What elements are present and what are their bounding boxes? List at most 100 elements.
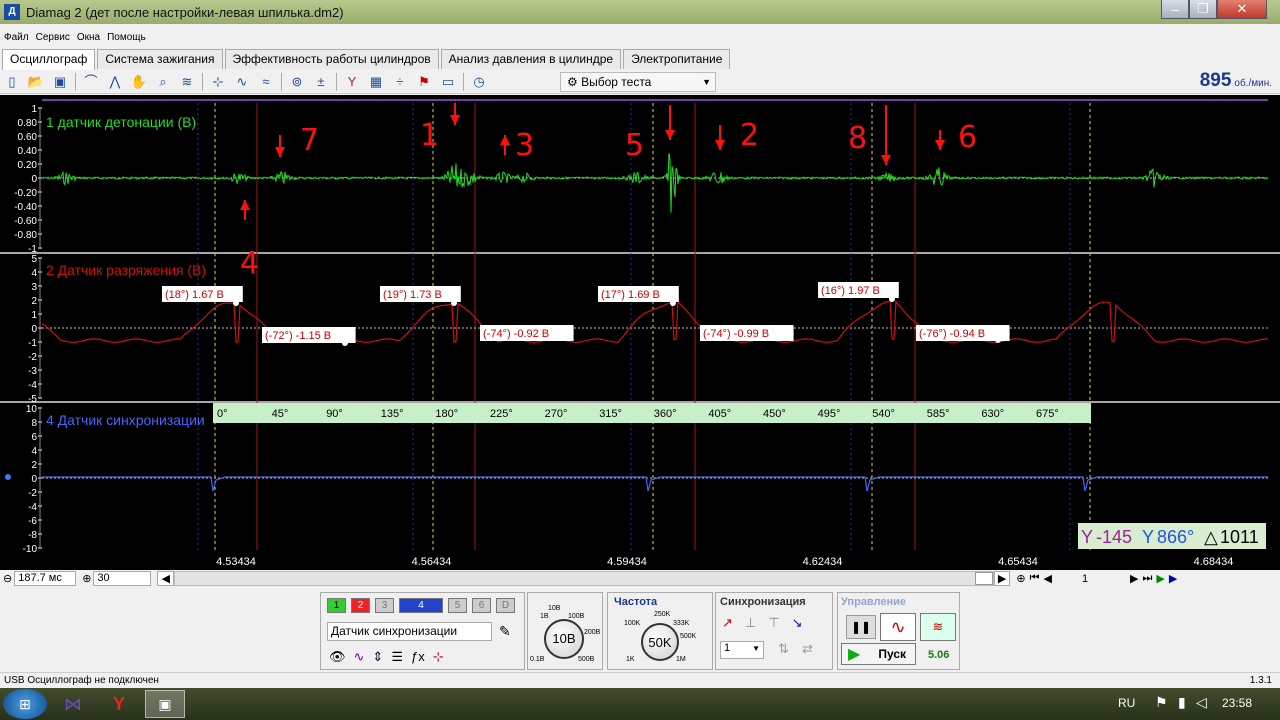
zoom-out-icon[interactable]: ⊖ (3, 572, 12, 585)
degree-label: 180° (435, 408, 458, 420)
app-bowtie-icon[interactable]: ⋈ (53, 690, 93, 718)
save-icon[interactable]: ▣ (50, 72, 70, 92)
tab-power-supply[interactable]: Электропитание (623, 49, 731, 69)
sync-pos-icon[interactable]: ⇄ (802, 641, 813, 657)
channel-button-4[interactable]: 4 (399, 598, 443, 613)
lines-icon[interactable]: ☰ (391, 649, 403, 665)
zoom-icon[interactable]: ⌕ (153, 72, 173, 92)
zero-icon[interactable]: ± (311, 72, 331, 92)
scroll-left-icon[interactable]: ◀ (157, 571, 174, 586)
tab-ignition[interactable]: Система зажигания (97, 49, 223, 69)
network-tray-icon[interactable]: ▮ (1178, 694, 1186, 711)
sync-edge-buttons: ↗ ⊥ ⊤ ↘ (722, 615, 802, 631)
scroll-right-icon[interactable]: ▶ (993, 571, 1011, 586)
multi-wave-button[interactable]: ≋ (920, 613, 956, 641)
menu-file[interactable]: Файл (0, 32, 32, 48)
cursor-add-icon[interactable]: ⊹ (433, 649, 444, 665)
handwritten-arrowhead (935, 140, 945, 150)
maximize-button[interactable]: ❐ (1189, 0, 1217, 19)
start-orb-icon[interactable]: ⊞ (3, 689, 47, 719)
edit-channel-icon[interactable]: ✎ (499, 623, 511, 640)
oscilloscope-canvas[interactable]: 1 0.80 0.60 0.40 0.20 0 -0.20 -0.40 -0.60 -0.80 -1… (0, 95, 1280, 570)
pos-pulse-icon[interactable]: ⊥ (745, 615, 756, 631)
autoscale-icon[interactable]: ⌒ (81, 72, 101, 92)
diamag-task-icon[interactable]: ▣ (145, 690, 185, 718)
timebase-field[interactable]: 187.7 мс (14, 571, 77, 586)
vertical-scale-icon[interactable]: ⇕ (372, 649, 383, 665)
minimize-button[interactable]: – (1161, 0, 1189, 19)
auto-icon[interactable]: ⊚ (287, 72, 307, 92)
play-fast-icon[interactable]: ▶ (1169, 572, 1177, 585)
page-number[interactable]: 1 (1082, 573, 1122, 585)
zoom-in-icon[interactable]: ⊕ (82, 572, 91, 585)
tab-oscilloscope[interactable]: Осциллограф (2, 49, 96, 70)
channel-button-5[interactable]: 5 (448, 598, 467, 613)
channel-button-2[interactable]: 2 (351, 598, 370, 613)
filter-icon[interactable]: Y (342, 72, 362, 92)
open-folder-icon[interactable]: 📂 (26, 72, 46, 92)
channel-button-d[interactable]: D (496, 598, 515, 613)
oscilloscope-view[interactable]: 1 0.80 0.60 0.40 0.20 0 -0.20 -0.40 -0.60 -0.80 -1… (0, 95, 1280, 570)
split-icon[interactable]: ÷ (390, 72, 410, 92)
page-icon[interactable]: ▭ (438, 72, 458, 92)
marker-label: (-72°) -1.15 В (265, 330, 331, 342)
marker-label: (-74°) -0.99 В (703, 328, 769, 340)
menu-windows[interactable]: Окна (73, 32, 103, 48)
scroll-thumb[interactable] (974, 572, 993, 585)
channel-button-3[interactable]: 3 (375, 598, 394, 613)
hand-pan-icon[interactable]: ✋ (129, 72, 149, 92)
y-tick-label-ch1: 0.60 (18, 132, 38, 143)
horizontal-scrollbar[interactable] (173, 571, 994, 586)
zoom-field[interactable]: 30 (93, 571, 152, 586)
channel-button-1[interactable]: 1 (327, 598, 346, 613)
layers-icon[interactable]: ≋ (177, 72, 197, 92)
degree-label: 450° (763, 408, 786, 420)
eye-icon[interactable]: 👁 (329, 649, 346, 665)
new-file-icon[interactable]: ▯ (2, 72, 22, 92)
sync-level-icon[interactable]: ⇅ (778, 641, 789, 657)
flag-tray-icon[interactable]: ⚑ (1155, 694, 1168, 711)
y-tick-label-ch2: -1 (28, 338, 37, 349)
volume-tray-icon[interactable]: ◁ (1196, 694, 1207, 711)
flag-icon[interactable]: ⚑ (414, 72, 434, 92)
status-bar: USB Осциллограф не подключен 1.3.1 (0, 672, 1280, 688)
channel-select[interactable]: Датчик синхронизации (327, 622, 492, 641)
freq-label-333k: 333K (673, 620, 690, 627)
language-indicator[interactable]: RU (1118, 696, 1135, 710)
neg-pulse-icon[interactable]: ⊤ (768, 615, 779, 631)
wave-select-icon[interactable]: ∿ (354, 649, 365, 665)
channel-button-6[interactable]: 6 (472, 598, 491, 613)
yandex-browser-icon[interactable]: Y (99, 690, 139, 718)
single-wave-button[interactable]: ∿ (880, 613, 916, 641)
toolbar-divider (463, 72, 464, 91)
function-icon[interactable]: ƒx (411, 649, 425, 665)
first-page-icon[interactable]: ⏮ (1030, 572, 1040, 585)
frequency-knob[interactable]: 50K (641, 623, 679, 661)
auto-clock-icon[interactable]: ◷ (469, 72, 489, 92)
grid-icon[interactable]: ▦ (366, 72, 386, 92)
prev-page-icon[interactable]: ◀ (1044, 572, 1052, 585)
rising-edge-icon[interactable]: ↗ (722, 615, 733, 631)
cursor-icon[interactable]: ⊹ (208, 72, 228, 92)
measure-icon[interactable]: ⋀ (105, 72, 125, 92)
wave-icon[interactable]: ∿ (232, 72, 252, 92)
next-page-icon[interactable]: ▶ (1130, 572, 1138, 585)
tab-cylinder-efficiency[interactable]: Эффективность работы цилиндров (224, 49, 439, 69)
falling-edge-icon[interactable]: ↘ (792, 615, 803, 631)
clock[interactable]: 23:58 (1222, 696, 1252, 710)
add-icon[interactable]: ⊕ (1016, 572, 1025, 585)
close-button[interactable]: ✕ (1217, 0, 1267, 19)
tab-cylinder-pressure[interactable]: Анализ давления в цилиндре (440, 49, 622, 69)
voltage-knob[interactable]: 10В (544, 619, 584, 659)
play-icon[interactable]: ▶ (1156, 572, 1164, 585)
overlay-icon[interactable]: ≈ (256, 72, 276, 92)
test-select-dropdown[interactable]: ⚙ Выбор теста ▼ (560, 72, 716, 92)
menu-help[interactable]: Помощь (103, 32, 149, 48)
pause-button[interactable]: ❚❚ (846, 615, 876, 639)
menu-service[interactable]: Сервис (32, 32, 73, 48)
sync-channel-select[interactable]: 1 ▼ (720, 641, 764, 659)
last-page-icon[interactable]: ⏭ (1142, 572, 1152, 585)
ch1-knock-trace (41, 152, 1269, 213)
start-button[interactable]: ▶ Пуск (841, 643, 916, 665)
channel-tools: 👁 ∿ ⇕ ☰ ƒx ⊹ (329, 649, 444, 665)
